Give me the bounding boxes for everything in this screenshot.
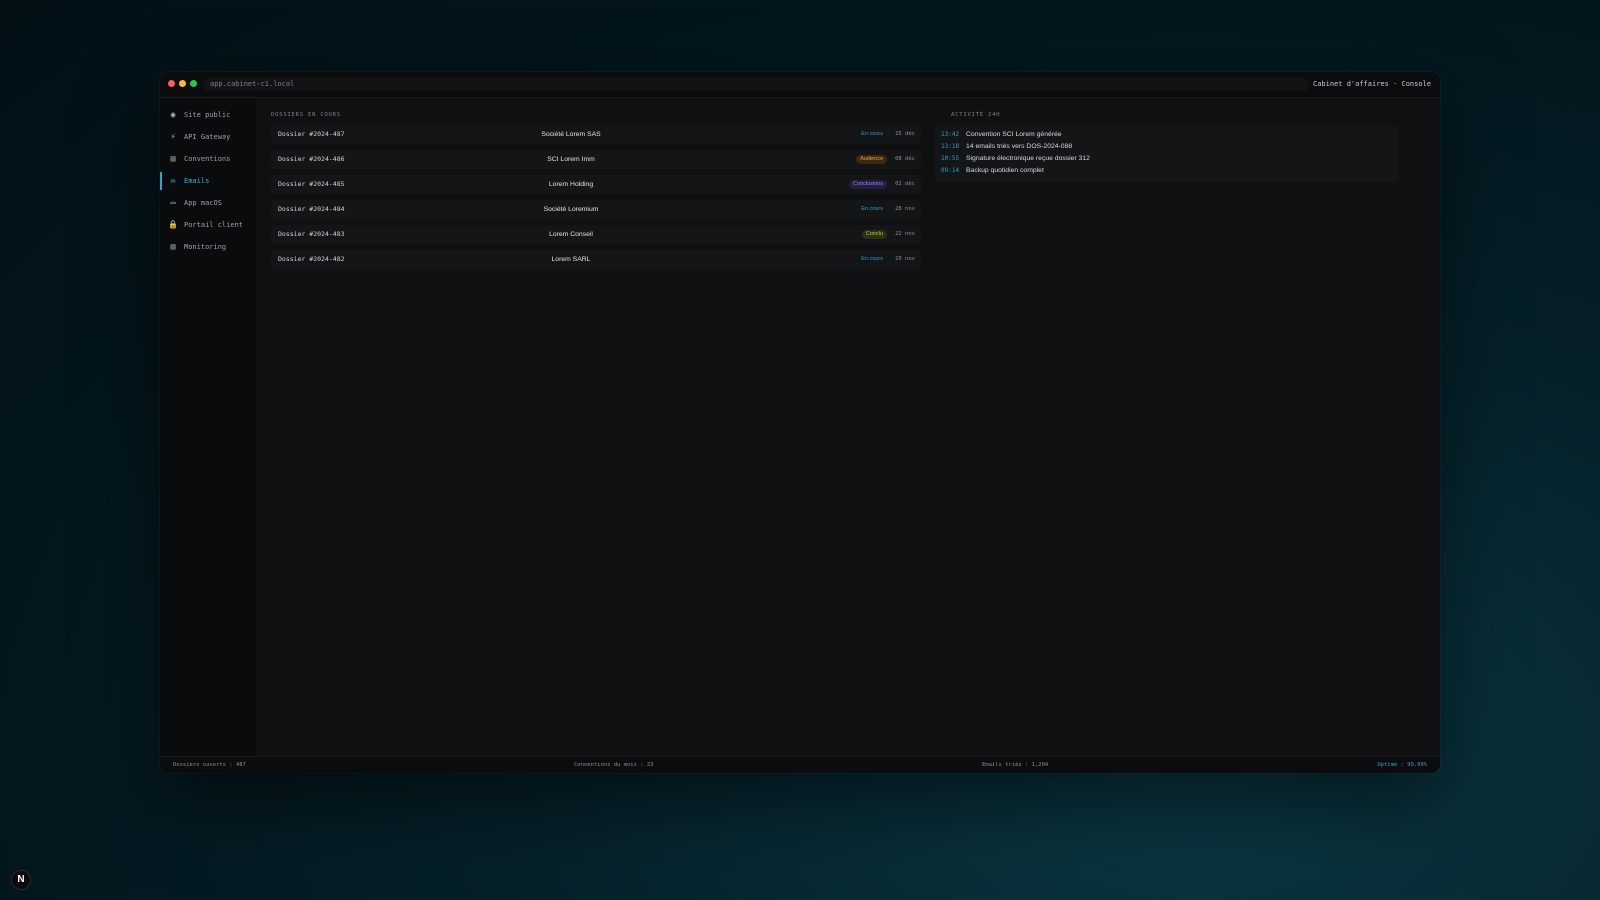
- table-row[interactable]: Dossier #2024-486 SCI Lorem Imm Audience…: [271, 150, 921, 169]
- status-badge: Conclusions: [849, 180, 887, 189]
- client-name: Lorem SARL: [551, 256, 591, 263]
- table-row[interactable]: Dossier #2024-487 Société Lorem SAS En c…: [271, 125, 921, 144]
- sidebar-item-label: Conventions: [184, 155, 231, 163]
- stat-uptime: Uptime : 99.99%: [1377, 762, 1427, 768]
- minimize-window-button[interactable]: [179, 80, 186, 87]
- maximize-window-button[interactable]: [190, 80, 197, 87]
- active-indicator: [160, 172, 162, 190]
- activity-time: 13:42: [941, 131, 960, 138]
- dossier-date: 20 nov: [895, 256, 915, 262]
- sidebar-item-label: App macOS: [184, 199, 222, 207]
- activity-section-title: ACTIVITÉ 24H: [951, 112, 1001, 118]
- activity-panel: 13:42 Convention SCI Lorem générée 13:18…: [935, 125, 1399, 182]
- sidebar-item-portail-client[interactable]: 🔒 Portail client: [160, 216, 257, 234]
- stat-conventions: Conventions du mois : 23: [574, 762, 654, 768]
- status-badge: Conclu: [861, 230, 887, 239]
- dossier-id: Dossier #2024-483: [278, 230, 345, 238]
- sidebar-item-api-gateway[interactable]: ⚡ API Gateway: [160, 128, 257, 146]
- app-window: app.cabinet-c1.local Cabinet d'affaires …: [160, 72, 1440, 773]
- dossier-date: 02 déc: [895, 181, 915, 187]
- activity-text: Backup quotidien complet: [966, 167, 1044, 174]
- document-icon: ▤: [170, 154, 176, 163]
- client-name: Lorem Holding: [548, 181, 594, 188]
- table-row[interactable]: Dossier #2024-484 Société Loremium En co…: [271, 200, 921, 219]
- client-name: Société Loremium: [543, 206, 599, 213]
- sidebar: ◉ Site public ⚡ API Gateway ▤ Convention…: [160, 98, 258, 757]
- sidebar-item-label: Monitoring: [184, 243, 227, 251]
- dossier-date: 28 nov: [895, 206, 915, 212]
- dossier-id: Dossier #2024-485: [278, 180, 345, 188]
- stat-emails-tries: Emails triés : 1,204: [982, 762, 1049, 768]
- sidebar-item-monitoring[interactable]: ▥ Monitoring: [160, 238, 257, 256]
- close-window-button[interactable]: [168, 80, 175, 87]
- sidebar-item-emails[interactable]: ✉ Emails: [160, 172, 257, 190]
- activity-text: Convention SCI Lorem générée: [966, 131, 1062, 138]
- sidebar-item-label: Site public: [184, 111, 231, 119]
- stat-dossiers-ouverts: Dossiers ouverts : 487: [173, 762, 246, 768]
- sidebar-item-site-public[interactable]: ◉ Site public: [160, 106, 257, 124]
- sidebar-item-app-macos[interactable]: ▭ App macOS: [160, 194, 257, 212]
- dossier-id: Dossier #2024-487: [278, 130, 345, 138]
- status-badge: Audience: [856, 155, 887, 164]
- sidebar-item-label: Portail client: [184, 221, 244, 229]
- activity-time: 10:55: [941, 155, 960, 162]
- table-row[interactable]: Dossier #2024-483 Lorem Conseil Conclu 2…: [271, 225, 921, 244]
- table-row[interactable]: Dossier #2024-485 Lorem Holding Conclusi…: [271, 175, 921, 194]
- table-row[interactable]: Dossier #2024-482 Lorem SARL En cours 20…: [271, 250, 921, 269]
- dossier-id: Dossier #2024-484: [278, 205, 345, 213]
- sidebar-item-label: Emails: [184, 177, 210, 185]
- laptop-icon: ▭: [170, 198, 176, 207]
- mail-icon: ✉: [170, 176, 176, 185]
- client-name: Société Lorem SAS: [541, 131, 601, 138]
- client-name: Lorem Conseil: [549, 231, 593, 238]
- activity-text: 14 emails triés vers DOS-2024-088: [966, 143, 1073, 150]
- dossier-id: Dossier #2024-482: [278, 255, 345, 263]
- sidebar-item-label: API Gateway: [184, 133, 231, 141]
- corner-logo-badge[interactable]: N: [11, 870, 31, 890]
- status-badge: En cours: [861, 206, 883, 212]
- status-badge: En cours: [861, 131, 883, 137]
- title-bar: app.cabinet-c1.local Cabinet d'affaires …: [160, 72, 1440, 98]
- globe-icon: ◉: [170, 110, 176, 119]
- dossier-id: Dossier #2024-486: [278, 155, 345, 163]
- dossier-date: 22 nov: [895, 231, 915, 237]
- dossiers-section-title: DOSSIERS EN COURS: [271, 112, 341, 118]
- dossier-date: 15 déc: [895, 131, 915, 137]
- dossier-date: 08 déc: [895, 156, 915, 162]
- lock-icon: 🔒: [168, 220, 178, 229]
- status-badge: En cours: [861, 256, 883, 262]
- activity-time: 13:18: [941, 143, 960, 150]
- activity-time: 09:14: [941, 167, 960, 174]
- sidebar-item-conventions[interactable]: ▤ Conventions: [160, 150, 257, 168]
- lightning-icon: ⚡: [170, 132, 176, 141]
- window-title: Cabinet d'affaires · Console: [1312, 80, 1431, 88]
- url-bar[interactable]: app.cabinet-c1.local: [204, 78, 1308, 91]
- chart-icon: ▥: [170, 242, 176, 251]
- client-name: SCI Lorem Imm: [547, 156, 595, 163]
- activity-text: Signature électronique reçue dossier 312: [966, 155, 1090, 162]
- status-bar: Dossiers ouverts : 487 Conventions du mo…: [160, 756, 1440, 773]
